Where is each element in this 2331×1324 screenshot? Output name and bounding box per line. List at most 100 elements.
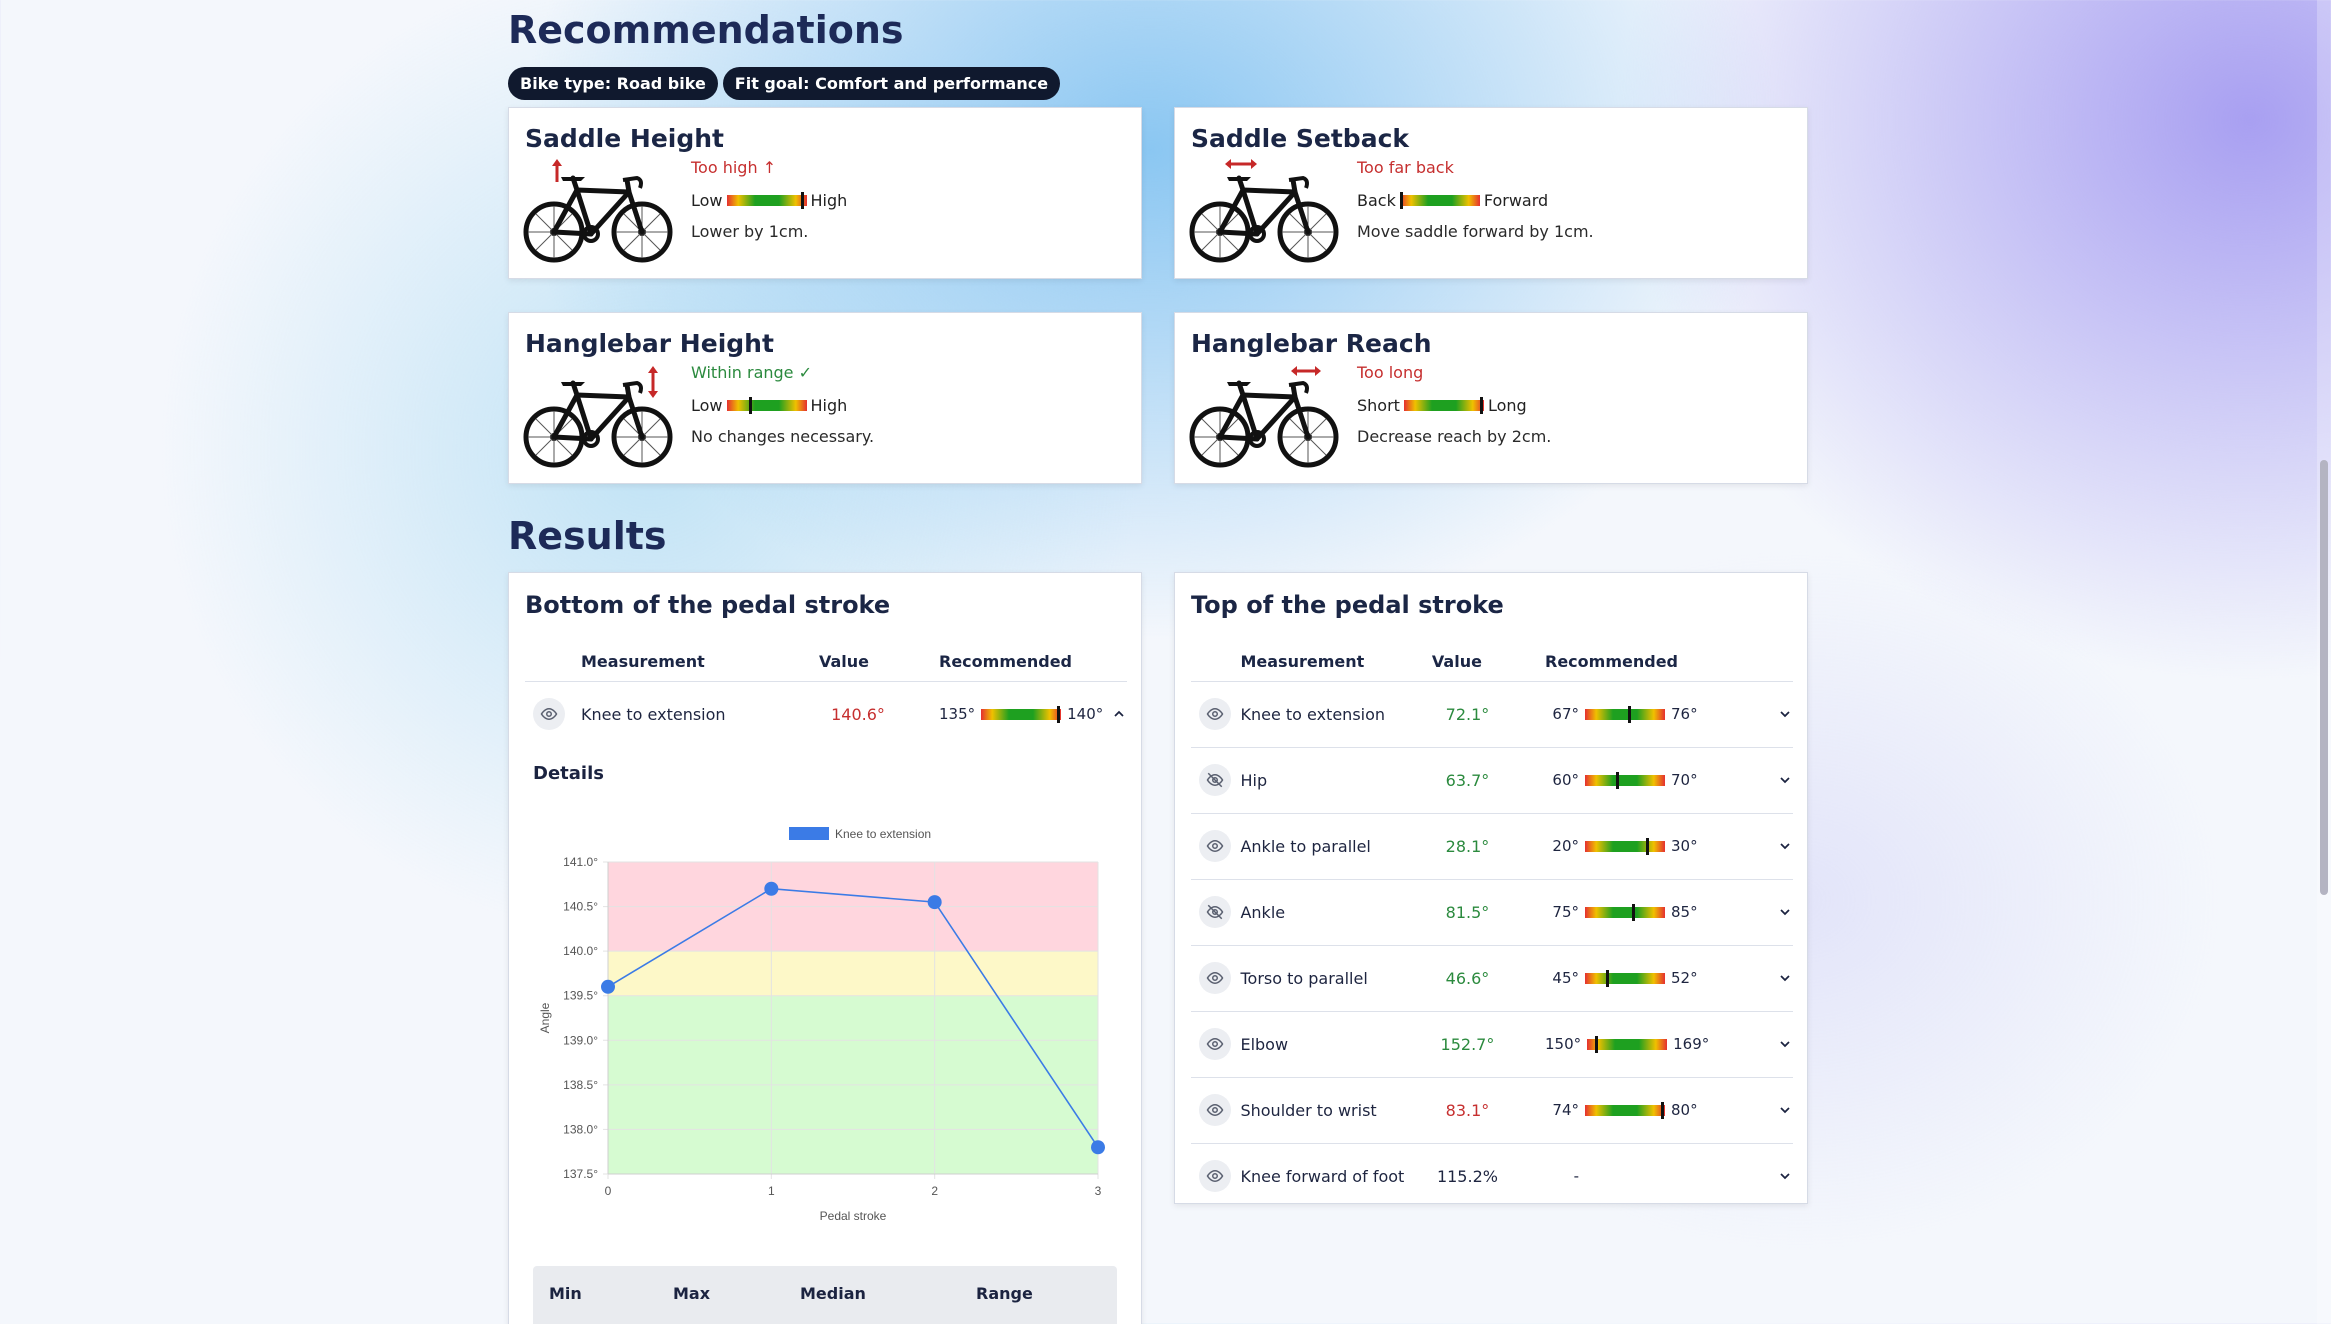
saddle-height-range-marker — [801, 192, 805, 209]
eye-icon[interactable] — [1199, 1160, 1231, 1193]
fit-goal-pill: Fit goal: Comfort and performance — [722, 67, 1061, 100]
hip-recommended: 60° 70° — [1545, 771, 1793, 789]
chevron-down-icon[interactable] — [1777, 838, 1793, 854]
eye-off-icon[interactable] — [1199, 764, 1231, 796]
ankle-range-marker — [1631, 903, 1635, 921]
knee-forward-of-foot-recommended: - — [1545, 1167, 1793, 1185]
x-tick-label: 0 — [605, 1184, 612, 1198]
range-max: 85° — [1671, 903, 1698, 921]
saddle-height-card: Saddle Height Too high ↑ Low High Lower … — [508, 107, 1142, 279]
chevron-up-icon[interactable] — [1111, 706, 1127, 722]
hanglebar-height-card: Hanglebar Height Within range ✓ Low High… — [508, 312, 1142, 484]
table-row[interactable]: Shoulder to wrist 83.1° 74° 80° — [1191, 1076, 1793, 1143]
eye-icon[interactable] — [533, 698, 565, 731]
scale-high-label: Forward — [1483, 191, 1549, 210]
range-max: 140° — [1067, 705, 1104, 724]
ankle-to-parallel-recommended: 20° 30° — [1545, 837, 1793, 855]
range-max: 76° — [1671, 705, 1698, 723]
table-row[interactable]: Knee to extension 72.1° 67° 76° — [1191, 680, 1793, 747]
hip-value: 63.7° — [1431, 746, 1545, 813]
bottom-stroke-title: Bottom of the pedal stroke — [525, 591, 891, 619]
table-row[interactable]: Knee to extension 140.6° 135° 140° — [525, 680, 1127, 747]
table-row[interactable]: Elbow 152.7° 150° 169° — [1191, 1010, 1793, 1077]
chevron-down-icon[interactable] — [1777, 772, 1793, 788]
knee-to-extension-recommended: 135° 140° — [939, 705, 1127, 723]
bike-icon — [523, 158, 673, 264]
hanglebar-height-range-bar — [726, 397, 807, 414]
bottom-measurement-table: Measurement Value Recommended Knee to ex… — [525, 643, 1127, 747]
y-tick-label: 139.0° — [563, 1033, 598, 1047]
hanglebar-height-note: No changes necessary. — [691, 427, 875, 446]
saddle-height-title: Saddle Height — [525, 124, 724, 153]
y-axis-label: Angle — [538, 1002, 552, 1033]
scale-low-label: Low — [691, 191, 723, 210]
eye-icon[interactable] — [1199, 1028, 1231, 1060]
range-min: 60° — [1552, 771, 1579, 789]
stat-max-header: Max — [673, 1284, 711, 1303]
range-min: 20° — [1552, 837, 1579, 855]
legend-swatch — [789, 827, 829, 840]
elbow-value: 152.7° — [1431, 1010, 1545, 1077]
table-row[interactable]: Ankle 81.5° 75° 85° — [1191, 878, 1793, 945]
knee-extension-chart: 141.0° 140.5° 140.0° 139.5° 139.0° 138.5° 138.… — [538, 827, 1105, 1223]
chevron-down-icon[interactable] — [1777, 1102, 1793, 1118]
y-tick-label: 139.5° — [563, 989, 598, 1003]
range-max: 52° — [1671, 969, 1698, 987]
hanglebar-reach-note: Decrease reach by 2cm. — [1357, 427, 1552, 446]
top-stroke-card: Top of the pedal stroke Measurement Valu… — [1174, 572, 1808, 1209]
elbow-recommended: 150° 169° — [1545, 1035, 1793, 1053]
y-tick-label: 140.5° — [563, 900, 598, 914]
col-value: Value — [819, 652, 870, 672]
data-point — [927, 895, 942, 910]
table-row[interactable]: Ankle to parallel 28.1° 20° 30° — [1191, 812, 1793, 879]
stat-range-header: Range — [976, 1284, 1033, 1303]
ankle-range-bar — [1585, 903, 1665, 921]
knee-to-extension-range-bar — [981, 705, 1062, 723]
col-value: Value — [1431, 652, 1482, 672]
torso-to-parallel-recommended: 45° 52° — [1545, 969, 1793, 987]
range-min: 150° — [1545, 1035, 1582, 1053]
eye-icon[interactable] — [1199, 698, 1231, 730]
range-max: 80° — [1671, 1101, 1698, 1119]
ankle-name: Ankle — [1240, 878, 1432, 945]
knee-to-extension-range-bar — [1585, 705, 1665, 723]
eye-icon[interactable] — [1199, 1094, 1231, 1126]
page-scrollbar[interactable] — [2317, 0, 2331, 1324]
range-min: 75° — [1552, 903, 1579, 921]
bottom-stroke-card: Bottom of the pedal stroke Measurement V… — [508, 572, 1142, 1324]
hanglebar-height-status: Within range ✓ — [691, 363, 813, 382]
scale-low-label: Low — [691, 396, 723, 415]
eye-off-icon[interactable] — [1199, 896, 1231, 928]
knee-to-extension-name: Knee to extension — [1240, 680, 1432, 747]
chart-band — [608, 951, 1098, 996]
chevron-down-icon[interactable] — [1777, 706, 1793, 722]
eye-icon[interactable] — [1199, 830, 1231, 862]
ankle-value: 81.5° — [1431, 878, 1545, 945]
stat-median-header: Median — [800, 1284, 866, 1303]
table-row[interactable]: Knee forward of foot 115.2% - — [1191, 1142, 1793, 1209]
elbow-name: Elbow — [1240, 1010, 1432, 1077]
scrollbar-thumb[interactable] — [2320, 460, 2328, 895]
y-tick-label: 141.0° — [563, 855, 598, 869]
eye-icon[interactable] — [1199, 962, 1231, 994]
shoulder-to-wrist-recommended: 74° 80° — [1545, 1101, 1793, 1119]
shoulder-to-wrist-range-bar — [1585, 1101, 1665, 1119]
range-min: 45° — [1552, 969, 1579, 987]
saddle-height-scale: Low High — [691, 191, 847, 210]
y-tick-label: 138.5° — [563, 1078, 598, 1092]
knee-to-extension-value: 140.6° — [819, 680, 939, 747]
chevron-down-icon[interactable] — [1777, 904, 1793, 920]
stat-min-header: Min — [549, 1284, 582, 1303]
filter-pills: Bike type: Road bike Fit goal: Comfort a… — [508, 67, 1061, 100]
chevron-down-icon[interactable] — [1777, 1168, 1793, 1184]
table-row[interactable]: Torso to parallel 46.6° 45° 52° — [1191, 944, 1793, 1011]
range-max: 70° — [1671, 771, 1698, 789]
table-row[interactable]: Hip 63.7° 60° 70° — [1191, 746, 1793, 813]
saddle-height-status: Too high ↑ — [691, 158, 777, 177]
y-tick-label: 138.0° — [563, 1122, 598, 1136]
range-min: 67° — [1552, 705, 1579, 723]
saddle-setback-card: Saddle Setback Too far back Back Forward… — [1174, 107, 1808, 279]
torso-to-parallel-name: Torso to parallel — [1240, 944, 1432, 1011]
chevron-down-icon[interactable] — [1777, 970, 1793, 986]
chevron-down-icon[interactable] — [1777, 1036, 1793, 1052]
